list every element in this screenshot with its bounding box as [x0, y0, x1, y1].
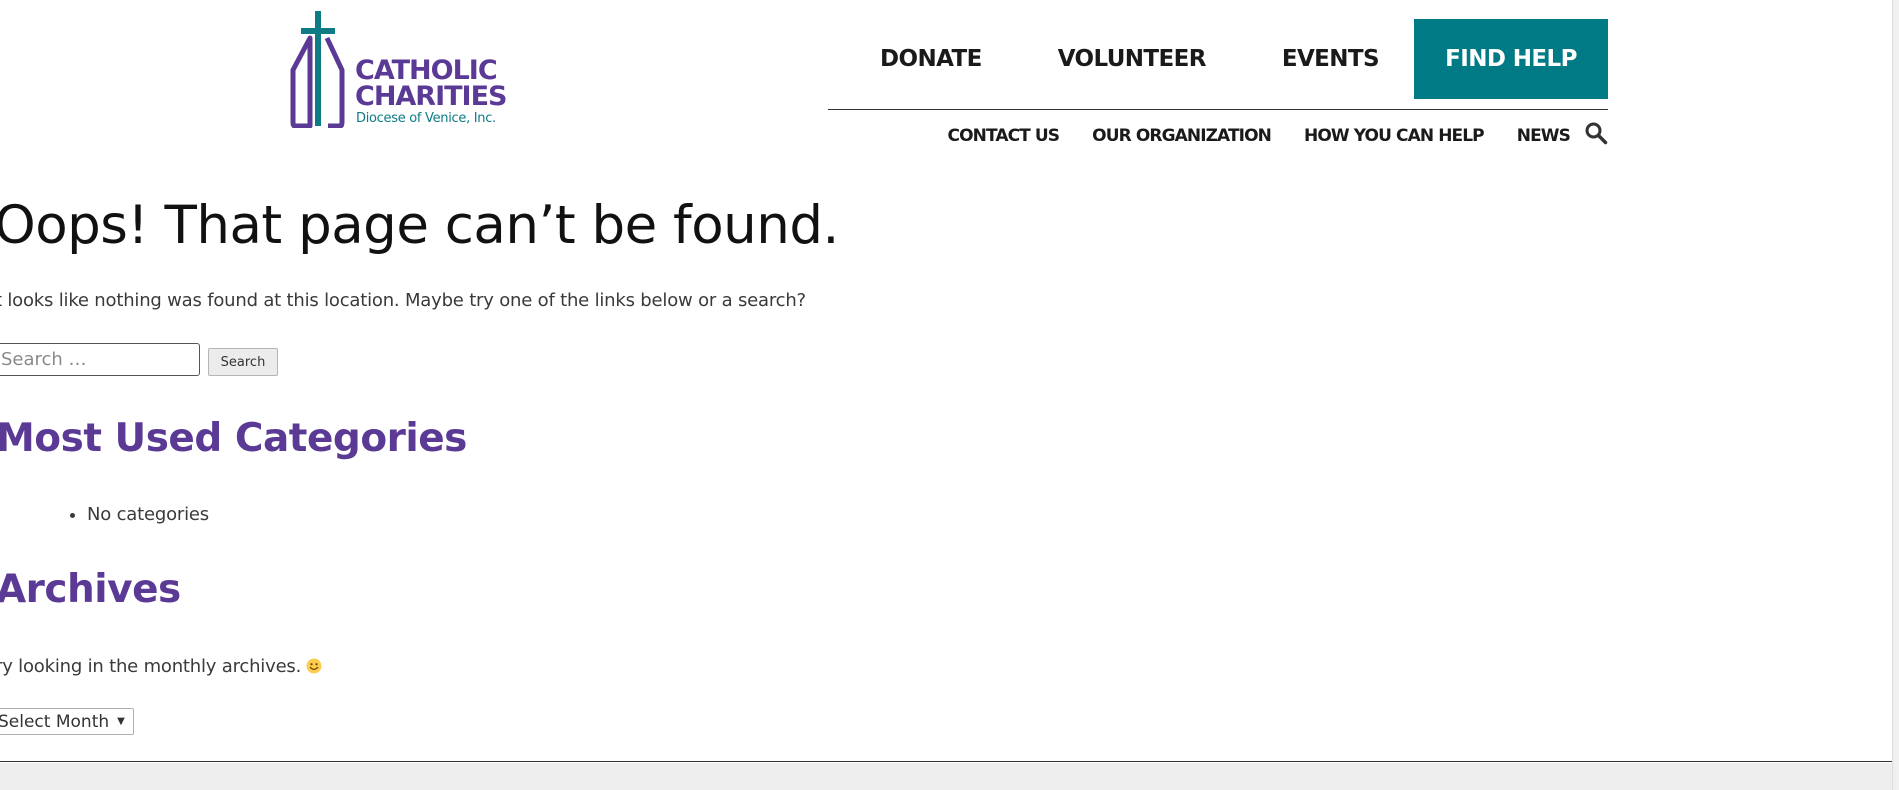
cross-church-icon — [290, 11, 345, 128]
page-title: Oops! That page can’t be found. — [0, 195, 839, 256]
archive-month-select[interactable]: Select Month ▼ — [0, 708, 134, 735]
logo-tagline: Diocese of Venice, Inc. — [356, 111, 496, 126]
footer-divider — [0, 761, 1893, 762]
find-help-button[interactable]: FIND HELP — [1414, 19, 1608, 99]
search-input[interactable] — [0, 343, 200, 376]
search-button[interactable]: Search — [208, 348, 278, 376]
nav-our-organization-link[interactable]: OUR ORGANIZATION — [1092, 126, 1272, 146]
categories-heading: Most Used Categories — [0, 416, 467, 461]
not-found-message: t looks like nothing was found at this l… — [0, 290, 806, 311]
archives-message: ry looking in the monthly archives. — [0, 656, 322, 677]
footer-band — [0, 763, 1893, 790]
archives-message-text: ry looking in the monthly archives. — [0, 656, 302, 677]
logo-text-line1: CATHOLIC — [355, 55, 498, 86]
site-logo[interactable]: CATHOLIC CHARITIES Diocese of Venice, In… — [290, 8, 507, 128]
archive-month-select-value: Select Month — [0, 711, 110, 732]
nav-donate-link[interactable]: DONATE — [880, 46, 982, 72]
nav-events-link[interactable]: EVENTS — [1282, 46, 1380, 72]
smiley-icon — [306, 658, 322, 674]
secondary-nav: CONTACT US OUR ORGANIZATION HOW YOU CAN … — [915, 121, 1608, 151]
chevron-down-icon: ▼ — [117, 716, 125, 727]
scrollbar[interactable] — [1892, 0, 1899, 790]
primary-nav: DONATE VOLUNTEER EVENTS — [880, 19, 1416, 99]
nav-volunteer-link[interactable]: VOLUNTEER — [1058, 46, 1207, 72]
search-icon[interactable] — [1584, 121, 1608, 145]
nav-how-you-can-help-link[interactable]: HOW YOU CAN HELP — [1304, 126, 1485, 146]
page: CATHOLIC CHARITIES Diocese of Venice, In… — [0, 0, 1899, 790]
logo-text-line2: CHARITIES — [355, 81, 507, 112]
archives-heading: Archives — [0, 567, 181, 612]
list-item: No categories — [87, 504, 209, 525]
nav-divider — [828, 109, 1608, 110]
nav-contact-us-link[interactable]: CONTACT US — [948, 126, 1061, 146]
categories-list: No categories — [0, 504, 209, 525]
nav-news-link[interactable]: NEWS — [1517, 126, 1571, 146]
